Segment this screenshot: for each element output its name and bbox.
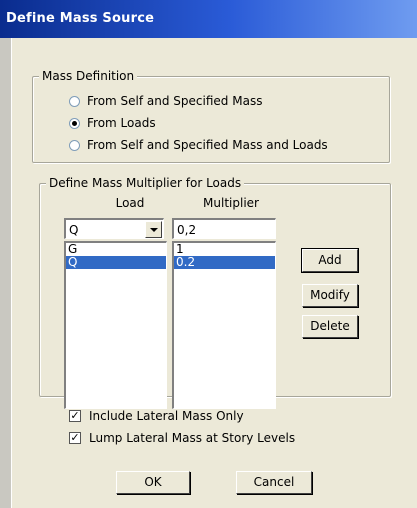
delete-button[interactable]: Delete xyxy=(302,315,358,338)
multiplier-column-header: Multiplier xyxy=(203,196,259,210)
load-column-header: Load xyxy=(115,196,145,210)
radio-button[interactable] xyxy=(69,139,80,151)
list-item[interactable]: Q xyxy=(66,256,166,269)
title-bar: Define Mass Source xyxy=(0,0,417,38)
check-icon[interactable]: ✓ xyxy=(69,410,81,422)
ok-button[interactable]: OK xyxy=(116,471,190,494)
radio-label: From Self and Specified Mass and Loads xyxy=(87,138,328,152)
list-item[interactable]: G xyxy=(66,243,166,256)
dropdown-button[interactable] xyxy=(145,221,162,238)
mass-definition-legend: Mass Definition xyxy=(39,69,138,83)
lump-lateral-mass-checkbox[interactable]: ✓ Lump Lateral Mass at Story Levels xyxy=(69,430,295,446)
radio-self-specified-mass-and-loads[interactable]: From Self and Specified Mass and Loads xyxy=(69,137,328,153)
add-button[interactable]: Add xyxy=(301,248,359,273)
load-select-value: Q xyxy=(69,223,79,237)
list-item[interactable]: 0.2 xyxy=(174,256,275,269)
dialog-body: Mass Definition From Self and Specified … xyxy=(11,38,417,508)
mass-definition-group: Mass Definition From Self and Specified … xyxy=(32,69,390,163)
window-title: Define Mass Source xyxy=(6,11,155,26)
checkbox-label: Lump Lateral Mass at Story Levels xyxy=(89,431,296,445)
radio-button[interactable] xyxy=(69,95,80,107)
radio-button[interactable] xyxy=(69,117,80,129)
cancel-button[interactable]: Cancel xyxy=(236,471,312,494)
radio-label: From Self and Specified Mass xyxy=(87,94,263,108)
radio-from-loads[interactable]: From Loads xyxy=(69,115,156,131)
radio-self-specified-mass[interactable]: From Self and Specified Mass xyxy=(69,93,262,109)
multiplier-input-value: 0,2 xyxy=(177,223,197,237)
radio-label: From Loads xyxy=(87,116,156,130)
multiplier-list[interactable]: 1 0.2 xyxy=(172,241,276,409)
modify-button[interactable]: Modify xyxy=(302,284,358,307)
checkbox-label: Include Lateral Mass Only xyxy=(89,409,244,423)
mass-multiplier-legend: Define Mass Multiplier for Loads xyxy=(46,176,245,190)
chevron-down-icon xyxy=(150,228,158,232)
multiplier-input[interactable]: 0,2 xyxy=(172,218,276,239)
check-icon[interactable]: ✓ xyxy=(69,432,81,444)
load-select[interactable]: Q xyxy=(64,218,164,239)
load-list[interactable]: G Q xyxy=(64,241,167,409)
include-lateral-mass-checkbox[interactable]: ✓ Include Lateral Mass Only xyxy=(69,408,244,424)
